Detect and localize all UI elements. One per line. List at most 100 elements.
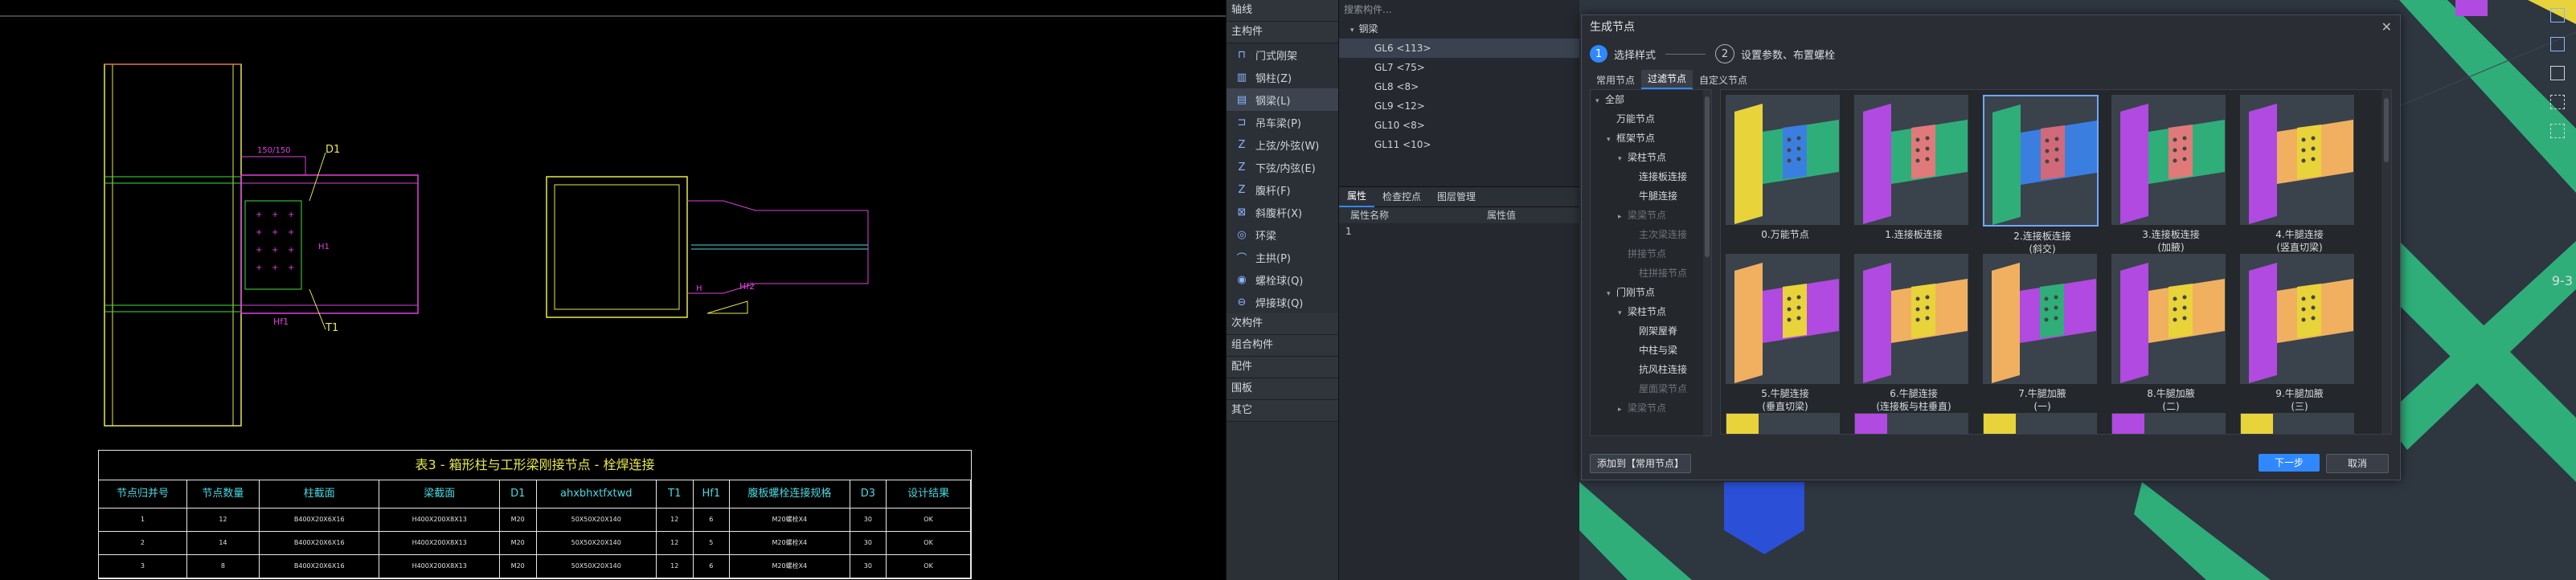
tree-node[interactable]: 屋面梁节点 bbox=[1591, 379, 1711, 398]
node-style-card[interactable]: 4.牛腿连接 (竖直切梁) bbox=[2240, 95, 2359, 254]
cad-table-cell: 30 bbox=[850, 555, 887, 578]
tree-item[interactable]: GL7 <75> bbox=[1339, 58, 1580, 77]
tree-node[interactable]: 拼接节点 bbox=[1591, 244, 1711, 263]
node-style-card[interactable]: 6.牛腿连接 (连接板与柱垂直) bbox=[1854, 254, 1973, 413]
node-style-name: 7.牛腿加腋 bbox=[2018, 388, 2066, 399]
node-style-card[interactable]: 1.连接板连接 bbox=[1854, 95, 1973, 241]
panel-item-label: 螺栓球(Q) bbox=[1255, 275, 1304, 288]
node-style-card-partial[interactable] bbox=[2240, 413, 2354, 434]
tree-node[interactable]: 主次梁连接 bbox=[1591, 225, 1711, 244]
node-tab[interactable]: 自定义节点 bbox=[1693, 71, 1754, 89]
bolt-ball-icon: ◉ bbox=[1237, 273, 1247, 286]
tree-node[interactable]: ▾ 梁柱节点 bbox=[1591, 302, 1711, 321]
cad-drawing-canvas[interactable]: + + + + + + + + + + + + D1 T1 Hf1 150/150 H1 Hf2… bbox=[0, 0, 1226, 580]
add-to-favorites-button[interactable]: 添加到【常用节点】 bbox=[1590, 454, 1691, 473]
cancel-button[interactable]: 取消 bbox=[2326, 454, 2389, 473]
category-main[interactable]: 主构件 bbox=[1227, 22, 1339, 43]
tree-scrollbar[interactable] bbox=[1703, 90, 1711, 435]
panel-item-web-member[interactable]: Z 腹杆(F) bbox=[1227, 178, 1339, 201]
cad-table-cell: M20螺栓X4 bbox=[730, 555, 850, 578]
panel-item-bottom-chord[interactable]: Z 下弦/内弦(E) bbox=[1227, 156, 1339, 178]
node-style-card-partial[interactable] bbox=[1983, 413, 2097, 434]
cad-table-cell: 50X50X20X140 bbox=[537, 555, 657, 578]
member-search-input[interactable]: 搜索构件... bbox=[1339, 0, 1580, 19]
tree-node[interactable]: 牛腿连接 bbox=[1591, 186, 1711, 206]
panel-item-diagonal-member[interactable]: ⊠ 斜腹杆(X) bbox=[1227, 201, 1339, 223]
expand-arrow-icon: ▾ bbox=[1618, 309, 1622, 317]
panel-item-arch[interactable]: ⌒ 主拱(P) bbox=[1227, 246, 1339, 268]
view-box-icon[interactable] bbox=[2550, 66, 2565, 80]
expand-arrow-icon: ▾ bbox=[1607, 136, 1611, 144]
node-style-card[interactable]: 8.牛腿加腋 (二) bbox=[2111, 254, 2230, 413]
node-style-card[interactable]: 5.牛腿连接 (垂直切梁) bbox=[1726, 254, 1845, 413]
node-style-card[interactable]: 9.牛腿加腋 (三) bbox=[2240, 254, 2359, 413]
node-style-card-partial[interactable] bbox=[2111, 413, 2226, 434]
node-style-name: 9.牛腿加腋 bbox=[2275, 388, 2324, 399]
property-tab[interactable]: 属性 bbox=[1339, 186, 1375, 207]
category-axis[interactable]: 轴线 bbox=[1227, 0, 1339, 22]
tree-item[interactable]: GL9 <12> bbox=[1339, 96, 1580, 116]
table-row: 3 8 B400X20X6X16 H400X200X8X13 M20 50X50X20X1… bbox=[99, 555, 972, 578]
tree-node[interactable]: ▾ 门刚节点 bbox=[1591, 283, 1711, 302]
tree-node[interactable]: 中柱与梁 bbox=[1591, 341, 1711, 360]
node-style-card[interactable]: 2.连接板连接 (斜交) bbox=[1983, 95, 2102, 255]
tree-node[interactable]: ▾ 框架节点 bbox=[1591, 129, 1711, 148]
close-icon[interactable]: ✕ bbox=[2381, 15, 2392, 39]
category-secondary[interactable]: 次构件 bbox=[1227, 313, 1339, 335]
node-style-name: 5.牛腿连接 bbox=[1761, 388, 1809, 399]
property-tab[interactable]: 检查控点 bbox=[1374, 187, 1429, 206]
node-style-caption: 6.牛腿连接 (连接板与柱垂直) bbox=[1854, 387, 1973, 413]
category-combined[interactable]: 组合构件 bbox=[1227, 335, 1339, 357]
tree-node[interactable]: ▸ 梁梁节点 bbox=[1591, 398, 1711, 418]
tree-node[interactable]: 万能节点 bbox=[1591, 109, 1711, 129]
tree-node[interactable]: 柱拼接节点 bbox=[1591, 263, 1711, 283]
panel-item-beam[interactable]: ▤ 钢梁(L) bbox=[1227, 88, 1339, 111]
expand-arrow-icon: ▾ bbox=[1607, 290, 1611, 298]
category-other[interactable]: 其它 bbox=[1227, 400, 1339, 422]
category-plate[interactable]: 围板 bbox=[1227, 378, 1339, 400]
node-tab[interactable]: 常用节点 bbox=[1590, 71, 1641, 89]
beam-icon: ▤ bbox=[1236, 93, 1247, 106]
node-style-card[interactable]: 3.连接板连接 (加腋) bbox=[2111, 95, 2230, 254]
panel-item-crane-beam[interactable]: ⊐ 吊车梁(P) bbox=[1227, 111, 1339, 133]
node-style-card[interactable]: 7.牛腿加腋 (一) bbox=[1983, 254, 2102, 413]
panel-item-column[interactable]: ▥ 钢柱(Z) bbox=[1227, 66, 1339, 88]
node-thumbnail bbox=[1726, 254, 1840, 384]
category-rebar[interactable]: 配件 bbox=[1227, 357, 1339, 378]
view-cube-icon[interactable] bbox=[2550, 37, 2565, 51]
panel-item-bolt-ball[interactable]: ◉ 螺栓球(Q) bbox=[1227, 268, 1339, 291]
tree-node[interactable]: ▾ 梁柱节点 bbox=[1591, 148, 1711, 167]
property-tab[interactable]: 图层管理 bbox=[1429, 187, 1484, 206]
tree-node[interactable]: ▾ 全部 bbox=[1591, 90, 1711, 109]
tree-root-steel-beam[interactable]: ▾ 钢梁 bbox=[1339, 19, 1580, 39]
node-style-card-partial[interactable] bbox=[1726, 413, 1840, 434]
panel-item-top-chord[interactable]: Z 上弦/外弦(W) bbox=[1227, 133, 1339, 156]
tree-node-label: 连接板连接 bbox=[1639, 171, 1688, 182]
node-thumbnail bbox=[2240, 95, 2354, 225]
tree-node[interactable]: 刚架屋脊 bbox=[1591, 321, 1711, 341]
tree-item[interactable]: GL8 <8> bbox=[1339, 77, 1580, 96]
tree-node-label: 牛腿连接 bbox=[1639, 190, 1678, 202]
node-render-icon bbox=[2241, 255, 2353, 383]
tree-node[interactable]: ▸ 梁梁节点 bbox=[1591, 206, 1711, 225]
node-style-subname: (竖直切梁) bbox=[2276, 242, 2323, 253]
panel-item-ring-beam[interactable]: ◎ 环梁 bbox=[1227, 223, 1339, 246]
tree-item[interactable]: GL11 <10> bbox=[1339, 135, 1580, 154]
fit-view-icon[interactable] bbox=[2550, 95, 2565, 109]
node-tab[interactable]: 过滤节点 bbox=[1641, 70, 1693, 89]
node-style-subname: (二) bbox=[2162, 401, 2180, 412]
zoom-region-icon[interactable] bbox=[2550, 124, 2565, 138]
tree-node[interactable]: 连接板连接 bbox=[1591, 167, 1711, 186]
tree-item[interactable]: GL10 <8> bbox=[1339, 116, 1580, 135]
next-button[interactable]: 下一步 bbox=[2259, 454, 2320, 472]
grid-scrollbar[interactable] bbox=[2381, 90, 2391, 434]
view-cube-icon[interactable] bbox=[2550, 8, 2565, 22]
node-style-caption: 4.牛腿连接 (竖直切梁) bbox=[2240, 228, 2359, 254]
node-style-card[interactable]: 0.万能节点 bbox=[1726, 95, 1845, 241]
tree-item[interactable]: GL6 <113> bbox=[1339, 39, 1580, 58]
node-style-card-partial[interactable] bbox=[1854, 413, 1968, 434]
tree-node[interactable]: 抗风柱连接 bbox=[1591, 360, 1711, 379]
panel-item-weld-ball[interactable]: ⊖ 焊接球(Q) bbox=[1227, 291, 1339, 313]
panel-item-portal-frame[interactable]: ⊓ 门式刚架 bbox=[1227, 43, 1339, 66]
svg-text:+: + bbox=[256, 246, 262, 255]
